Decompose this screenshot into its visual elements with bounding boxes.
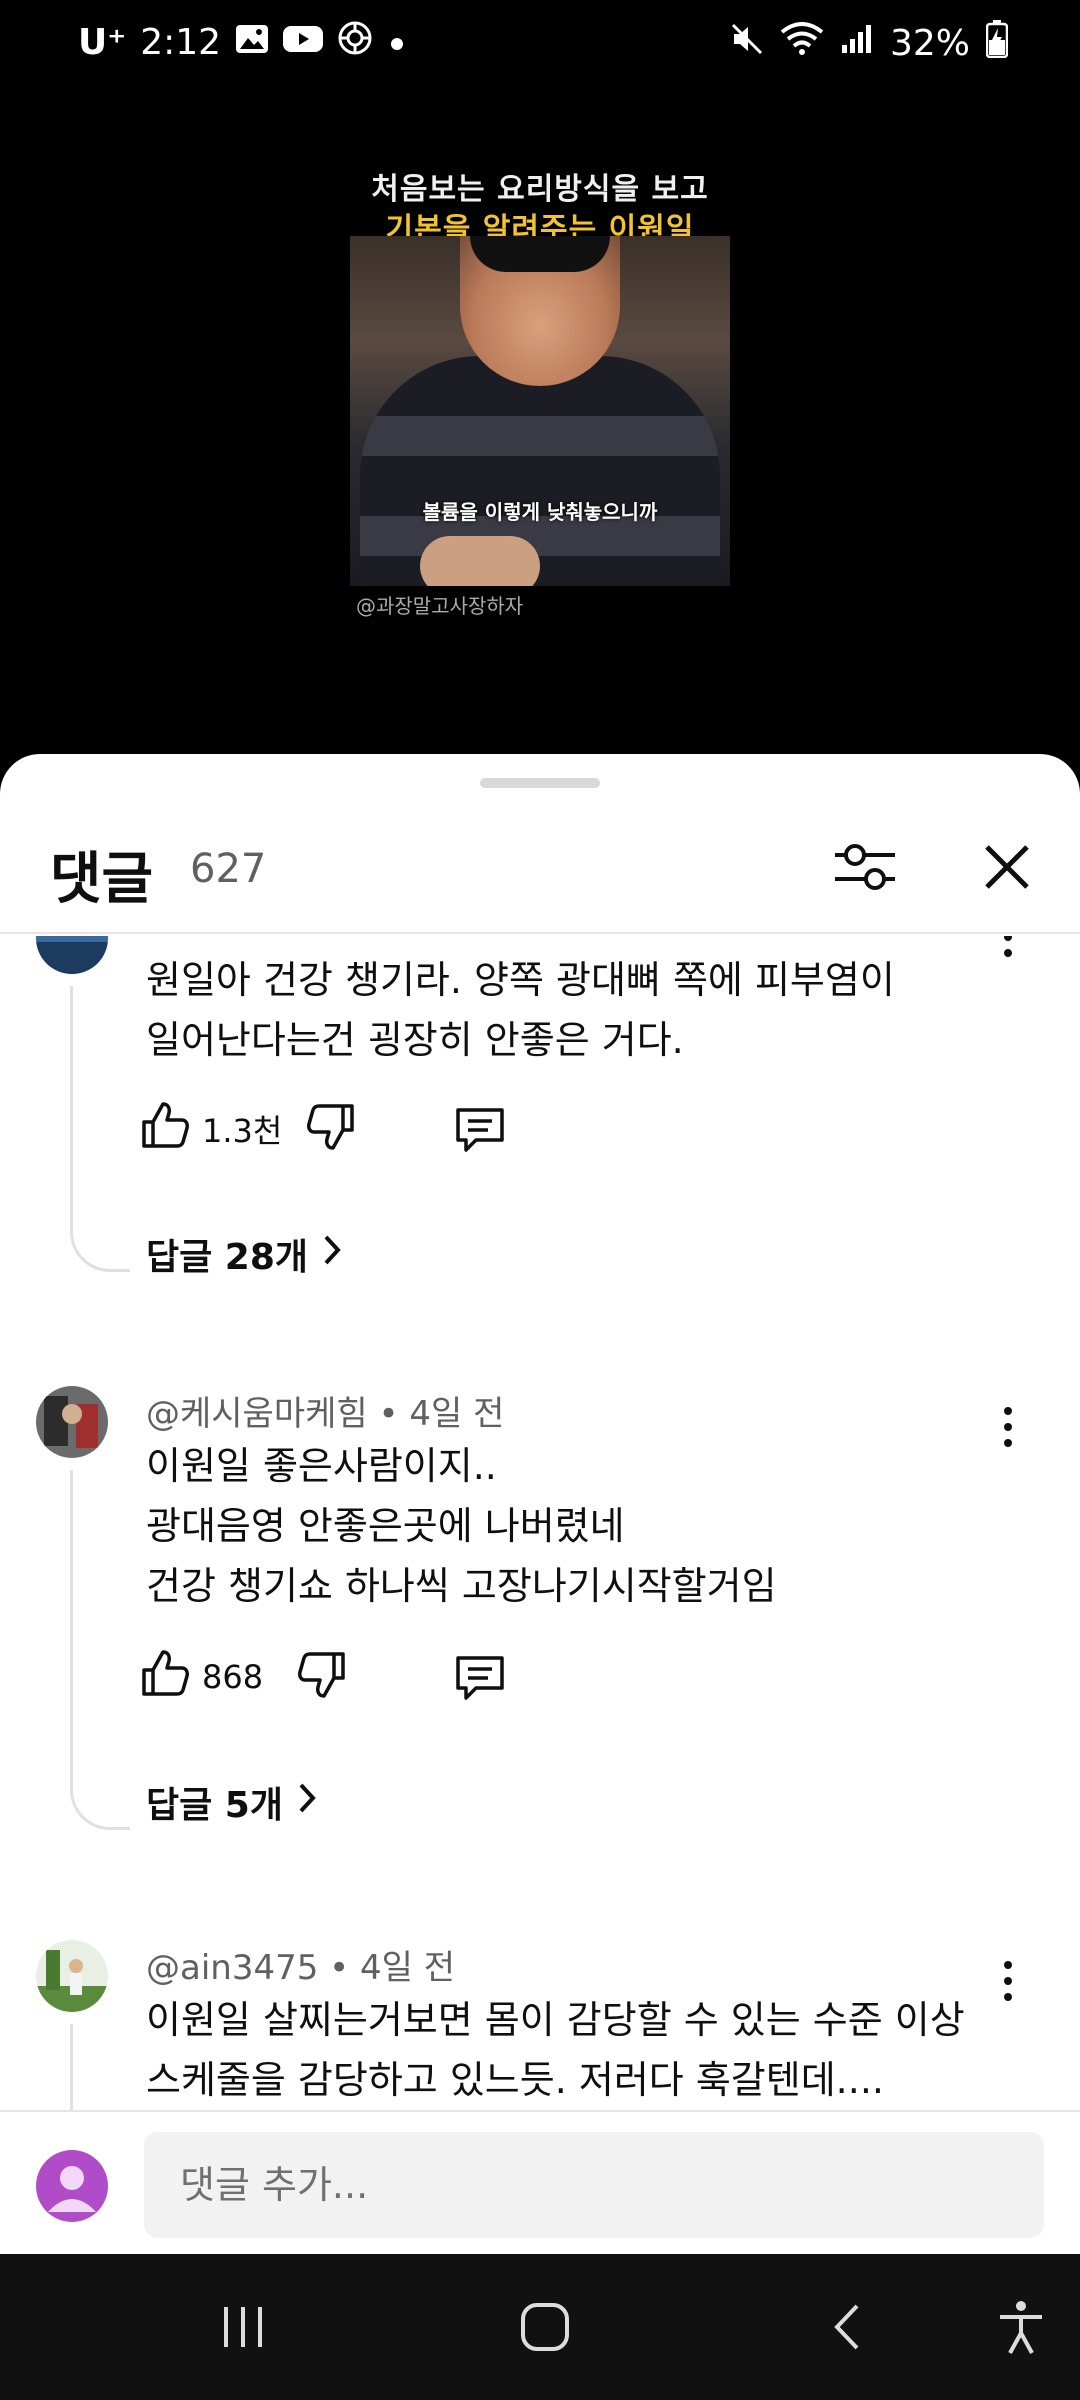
thumbs-up-icon [140,1648,190,1706]
comment-actions: 868 [140,1642,504,1712]
comments-list: 원일아 건강 챙기라. 양쪽 광대뼈 쪽에 피부염이 일어난다는건 굉장히 안좋… [0,936,1080,2116]
settings-flower-icon [337,20,373,65]
youtube-icon [283,22,324,63]
accessibility-button[interactable] [976,2284,1066,2374]
comment-author[interactable]: @ain3475 [146,1948,318,1988]
carrier-label: U⁺ [78,22,127,63]
reply-button[interactable] [454,1104,506,1158]
thread-line [70,1470,130,1830]
home-icon [518,2300,572,2358]
accessibility-icon [996,2299,1046,2359]
comment-age: 4일 전 [409,1394,505,1434]
meta-separator: • [329,1948,361,1988]
video-caption-line1: 처음보는 요리방식을 보고 [371,172,709,207]
filter-button[interactable] [820,824,910,914]
back-button[interactable] [802,2284,892,2374]
mute-icon [730,22,764,65]
video-player[interactable]: 처음보는 요리방식을 보고 기본을 알려주는 이원일 볼륨을 이렇게 낮춰놓으니… [0,96,1080,756]
battery-percent: 32% [889,23,970,64]
comment-reply-icon [454,1656,506,1706]
comment-author[interactable]: @케시움마케힘 [146,1394,368,1434]
battery-charging-icon [985,20,1009,67]
avatar[interactable] [36,1940,108,2012]
clock: 2:12 [140,22,222,63]
comment-actions: 1.3천 [140,1094,504,1164]
comment-meta: @ain3475 • 4일 전 [146,1940,455,1989]
thumbs-down-icon [297,1652,347,1704]
close-icon [983,843,1031,895]
status-bar: U⁺ 2:12 32% [0,0,1080,96]
like-count: 868 [202,1658,264,1696]
like-button[interactable]: 868 [140,1648,263,1706]
dislike-button[interactable] [297,1650,347,1704]
comment-text: 원일아 건강 챙기라. 양쪽 광대뼈 쪽에 피부염이 일어난다는건 굉장히 안좋… [146,958,895,1062]
comments-title: 댓글 [50,847,154,912]
comment-reply-icon [454,1108,506,1158]
recent-apps-icon [218,2302,268,2356]
user-avatar[interactable] [36,2150,108,2222]
comments-sheet: 댓글 627 원일아 건강 챙기라. 양쪽 광대뼈 쪽에 피부염이 일어난다는건… [0,754,1080,2254]
like-count: 1.3천 [202,1112,283,1150]
replies-count: 답글 5개 [146,1785,283,1826]
like-button[interactable]: 1.3천 [140,1100,282,1158]
filter-sliders-icon [833,839,897,899]
home-button[interactable] [500,2284,590,2374]
comment-meta: @케시움마케힘 • 4일 전 [146,1386,504,1435]
gallery-icon [235,22,269,63]
back-icon [827,2300,867,2358]
comment-age: 4일 전 [360,1948,456,1988]
thumbs-down-icon [306,1104,356,1156]
video-person-hand [420,536,540,586]
comments-count: 627 [190,846,267,892]
comment-text: 이원일 살찌는거보면 몸이 감당할 수 있는 수준 이상 스케줄을 감당하고 있… [146,1998,965,2102]
chevron-right-icon [322,1233,342,1276]
dislike-button[interactable] [306,1102,356,1156]
video-channel-handle: @과장말고사장하자 [356,594,524,618]
comment-text: 이원일 좋은사람이지.. 광대음영 안좋은곳에 나버렸네 건강 챙기쇼 하나씩 … [146,1444,777,1608]
close-button[interactable] [962,824,1052,914]
dot-icon [387,22,407,63]
system-navigation-bar [0,2254,1080,2400]
video-person-body [360,356,720,586]
add-comment-input[interactable] [144,2132,1044,2238]
comments-header: 댓글 627 [0,824,1080,934]
drag-handle[interactable] [480,778,600,788]
thread-line [70,2024,130,2116]
video-frame [350,236,730,586]
view-replies-link[interactable]: 답글 28개 [146,1228,342,1280]
recent-apps-button[interactable] [198,2284,288,2374]
video-person-hair [470,236,610,272]
signal-icon [840,23,874,64]
reply-button[interactable] [454,1652,506,1706]
thread-line [70,986,130,1272]
avatar[interactable] [36,1386,108,1458]
video-subtitle: 볼륨을 이렇게 낮춰놓으니까 [422,500,658,524]
thumbs-up-icon [140,1100,190,1158]
wifi-icon [780,22,824,65]
meta-separator: • [378,1394,410,1434]
replies-count: 답글 28개 [146,1237,308,1278]
comment-composer [0,2110,1080,2254]
avatar[interactable] [36,936,108,974]
chevron-right-icon [297,1781,317,1824]
view-replies-link[interactable]: 답글 5개 [146,1776,317,1828]
